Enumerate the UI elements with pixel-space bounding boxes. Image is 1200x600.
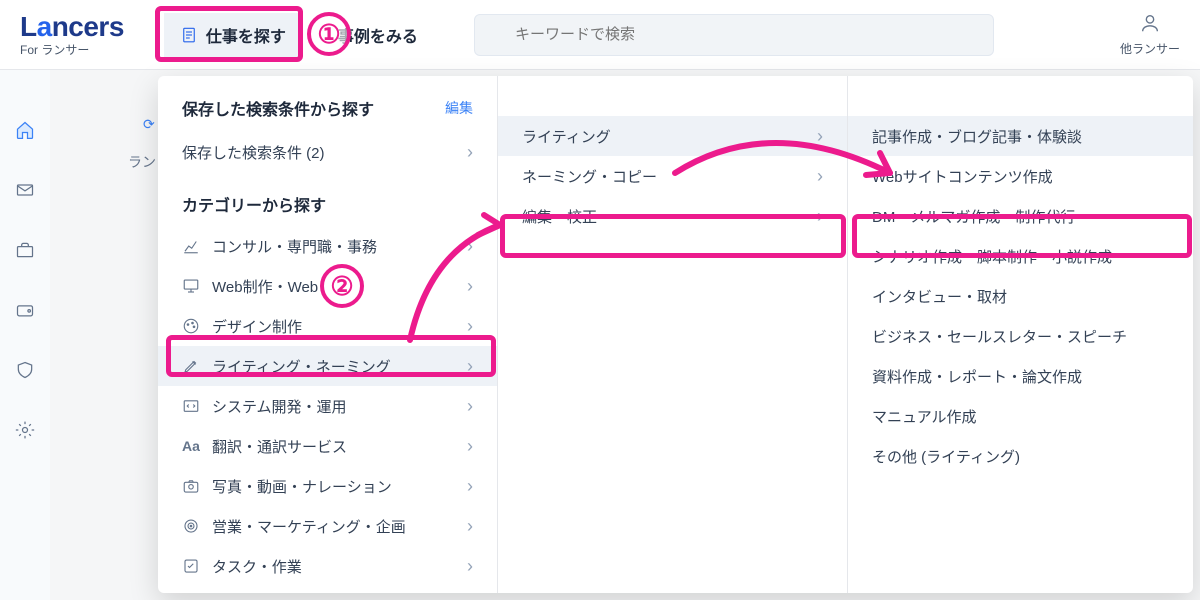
leaf-label: DM・メルマガ作成・制作代行 — [872, 206, 1075, 227]
pen-icon — [182, 357, 200, 375]
chevron-right-icon: › — [467, 556, 473, 577]
leaf-label: ビジネス・セールスレター・スピーチ — [872, 326, 1127, 347]
mega-col-2: ライティング › ネーミング・コピー › 編集・校正 › — [498, 76, 848, 593]
chevron-right-icon: › — [467, 356, 473, 377]
cat-marketing[interactable]: 営業・マーケティング・企画 › — [158, 506, 497, 546]
top-bar: Lancers For ランサー 仕事を探す 事例をみる 他ランサー — [0, 0, 1200, 70]
left-rail — [0, 70, 50, 600]
leaf-scenario[interactable]: シナリオ作成・脚本制作・小説作成 — [848, 236, 1193, 276]
sub-naming-label: ネーミング・コピー — [522, 166, 657, 187]
logo[interactable]: Lancers For ランサー — [20, 11, 124, 58]
cat-web-label: Web制作・Web — [212, 276, 318, 297]
mega-col-3: 記事作成・ブログ記事・体験談 Webサイトコンテンツ作成 DM・メルマガ作成・制… — [848, 76, 1193, 593]
cat-translate-label: 翻訳・通訳サービス — [212, 436, 347, 457]
chevron-right-icon: › — [467, 142, 473, 163]
nav-find-work[interactable]: 仕事を探す — [164, 13, 302, 57]
chevron-right-icon: › — [467, 236, 473, 257]
mail-icon[interactable] — [15, 180, 35, 200]
cat-marketing-label: 営業・マーケティング・企画 — [212, 516, 406, 537]
chevron-right-icon: › — [467, 476, 473, 497]
saved-search-item[interactable]: 保存した検索条件 (2) › — [158, 132, 497, 172]
leaf-report[interactable]: 資料作成・レポート・論文作成 — [848, 356, 1193, 396]
leaf-other[interactable]: その他 (ライティング) — [848, 436, 1193, 476]
cat-photo[interactable]: 写真・動画・ナレーション › — [158, 466, 497, 506]
cat-consult[interactable]: コンサル・専門職・事務 › — [158, 226, 497, 266]
sub-writing[interactable]: ライティング › — [498, 116, 847, 156]
leaf-manual[interactable]: マニュアル作成 — [848, 396, 1193, 436]
monitor-icon — [182, 277, 200, 295]
chevron-right-icon: › — [467, 436, 473, 457]
code-icon — [182, 397, 200, 415]
chevron-right-icon: › — [467, 396, 473, 417]
target-icon — [182, 517, 200, 535]
chevron-right-icon: › — [467, 516, 473, 537]
cat-photo-label: 写真・動画・ナレーション — [212, 476, 392, 497]
leaf-business[interactable]: ビジネス・セールスレター・スピーチ — [848, 316, 1193, 356]
cat-design[interactable]: デザイン制作 › — [158, 306, 497, 346]
briefcase-icon[interactable] — [15, 240, 35, 260]
saved-search-title: 保存した検索条件から探す — [182, 96, 374, 120]
leaf-article[interactable]: 記事作成・ブログ記事・体験談 — [848, 116, 1193, 156]
category-title: カテゴリーから探す — [158, 172, 497, 226]
sub-edit-label: 編集・校正 — [522, 206, 597, 227]
chevron-right-icon: › — [467, 316, 473, 337]
sub-edit[interactable]: 編集・校正 › — [498, 196, 847, 236]
cat-translate[interactable]: Aa 翻訳・通訳サービス › — [158, 426, 497, 466]
breadcrumb: ⟳ ラン — [128, 120, 156, 172]
refresh-icon[interactable]: ⟳ — [143, 116, 155, 133]
cat-system-label: システム開発・運用 — [212, 396, 347, 417]
cat-writing-label: ライティング・ネーミング — [212, 356, 391, 377]
chart-icon — [182, 237, 200, 255]
leaf-label: Webサイトコンテンツ作成 — [872, 166, 1053, 187]
other-lancer-label: 他ランサー — [1120, 40, 1180, 57]
leaf-label: 記事作成・ブログ記事・体験談 — [872, 126, 1082, 147]
other-lancer-link[interactable]: 他ランサー — [1120, 12, 1180, 57]
checklist-icon — [182, 557, 200, 575]
cat-web[interactable]: Web制作・Web › — [158, 266, 497, 306]
leaf-webcontent[interactable]: Webサイトコンテンツ作成 — [848, 156, 1193, 196]
leaf-label: その他 (ライティング) — [872, 446, 1020, 467]
nav-cases-label: 事例をみる — [338, 23, 418, 47]
leaf-interview[interactable]: インタビュー・取材 — [848, 276, 1193, 316]
leaf-label: マニュアル作成 — [872, 406, 977, 427]
document-icon — [180, 26, 198, 44]
edit-link[interactable]: 編集 — [445, 98, 473, 118]
search-wrap — [474, 14, 994, 56]
saved-search-label: 保存した検索条件 (2) — [182, 142, 325, 163]
settings-icon[interactable] — [15, 420, 35, 440]
sub-naming[interactable]: ネーミング・コピー › — [498, 156, 847, 196]
chevron-right-icon: › — [817, 206, 823, 227]
leaf-label: シナリオ作成・脚本制作・小説作成 — [872, 246, 1112, 267]
cat-design-label: デザイン制作 — [212, 316, 302, 337]
sub-writing-label: ライティング — [522, 126, 611, 147]
translate-icon: Aa — [182, 438, 200, 454]
nav-find-work-label: 仕事を探す — [206, 23, 286, 47]
leaf-label: インタビュー・取材 — [872, 286, 1007, 307]
cat-consult-label: コンサル・専門職・事務 — [212, 236, 377, 257]
chevron-right-icon: › — [817, 126, 823, 147]
leaf-label: 資料作成・レポート・論文作成 — [872, 366, 1082, 387]
wallet-icon[interactable] — [15, 300, 35, 320]
palette-icon — [182, 317, 200, 335]
logo-text: Lancers — [20, 11, 124, 43]
cat-system[interactable]: システム開発・運用 › — [158, 386, 497, 426]
cat-writing[interactable]: ライティング・ネーミング › — [158, 346, 497, 386]
chevron-right-icon: › — [467, 276, 473, 297]
nav-cases[interactable]: 事例をみる — [322, 13, 434, 57]
mega-menu: 保存した検索条件から探す 編集 保存した検索条件 (2) › カテゴリーから探す… — [158, 76, 1193, 593]
user-icon — [1139, 12, 1161, 34]
crumb-text: ラン — [128, 154, 156, 170]
shield-icon[interactable] — [15, 360, 35, 380]
cat-task[interactable]: タスク・作業 › — [158, 546, 497, 586]
mega-col-1: 保存した検索条件から探す 編集 保存した検索条件 (2) › カテゴリーから探す… — [158, 76, 498, 593]
search-input[interactable] — [474, 14, 994, 56]
leaf-dm[interactable]: DM・メルマガ作成・制作代行 — [848, 196, 1193, 236]
camera-icon — [182, 477, 200, 495]
cat-task-label: タスク・作業 — [212, 556, 302, 577]
chevron-right-icon: › — [817, 166, 823, 187]
home-icon[interactable] — [15, 120, 35, 140]
logo-subtext: For ランサー — [20, 41, 124, 58]
